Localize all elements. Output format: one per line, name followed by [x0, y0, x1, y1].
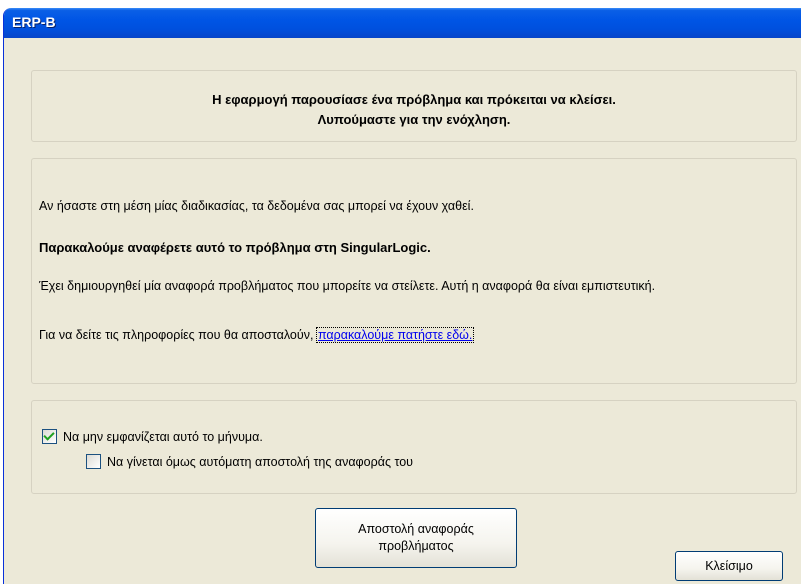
- view-details-line: Για να δείτε τις πληροφορίες που θα αποσ…: [39, 327, 475, 343]
- report-request: Παρακαλούμε αναφέρετε αυτό το πρόβλημα σ…: [39, 240, 431, 255]
- error-headline: Η εφαρμογή παρουσίασε ένα πρόβλημα και π…: [212, 92, 616, 127]
- info-panel: Αν ήσαστε στη μέση μίας διαδικασίας, τα …: [31, 158, 797, 384]
- auto-send-checkbox[interactable]: [86, 454, 101, 469]
- title-bar[interactable]: ERP-B: [4, 8, 801, 38]
- dont-show-option[interactable]: Να μην εμφανίζεται αυτό το μήνυμα.: [42, 429, 263, 444]
- view-details-link[interactable]: παρακαλούμε πατήστε εδώ.: [315, 327, 475, 343]
- dont-show-checkbox[interactable]: [42, 429, 57, 444]
- header-panel: Η εφαρμογή παρουσίασε ένα πρόβλημα και π…: [31, 70, 797, 142]
- window-title: ERP-B: [12, 14, 56, 30]
- error-report-window: ERP-B Η εφαρμογή παρουσίασε ένα πρόβλημα…: [3, 8, 801, 584]
- report-confidential-note: Έχει δημιουργηθεί μία αναφορά προβλήματο…: [39, 279, 656, 293]
- view-details-text: Για να δείτε τις πληροφορίες που θα αποσ…: [39, 328, 314, 342]
- auto-send-option[interactable]: Να γίνεται όμως αυτόματη αποστολή της αν…: [86, 454, 413, 469]
- close-button[interactable]: Κλείσιμο: [675, 551, 783, 581]
- options-panel: Να μην εμφανίζεται αυτό το μήνυμα. Να γί…: [31, 400, 797, 494]
- data-loss-warning: Αν ήσαστε στη μέση μίας διαδικασίας, τα …: [39, 199, 474, 213]
- auto-send-label[interactable]: Να γίνεται όμως αυτόματη αποστολή της αν…: [107, 455, 413, 469]
- send-report-button[interactable]: Αποστολή αναφοράς προβλήματος: [315, 508, 517, 568]
- dont-show-label[interactable]: Να μην εμφανίζεται αυτό το μήνυμα.: [63, 430, 263, 444]
- dialog-body: Η εφαρμογή παρουσίασε ένα πρόβλημα και π…: [9, 38, 801, 584]
